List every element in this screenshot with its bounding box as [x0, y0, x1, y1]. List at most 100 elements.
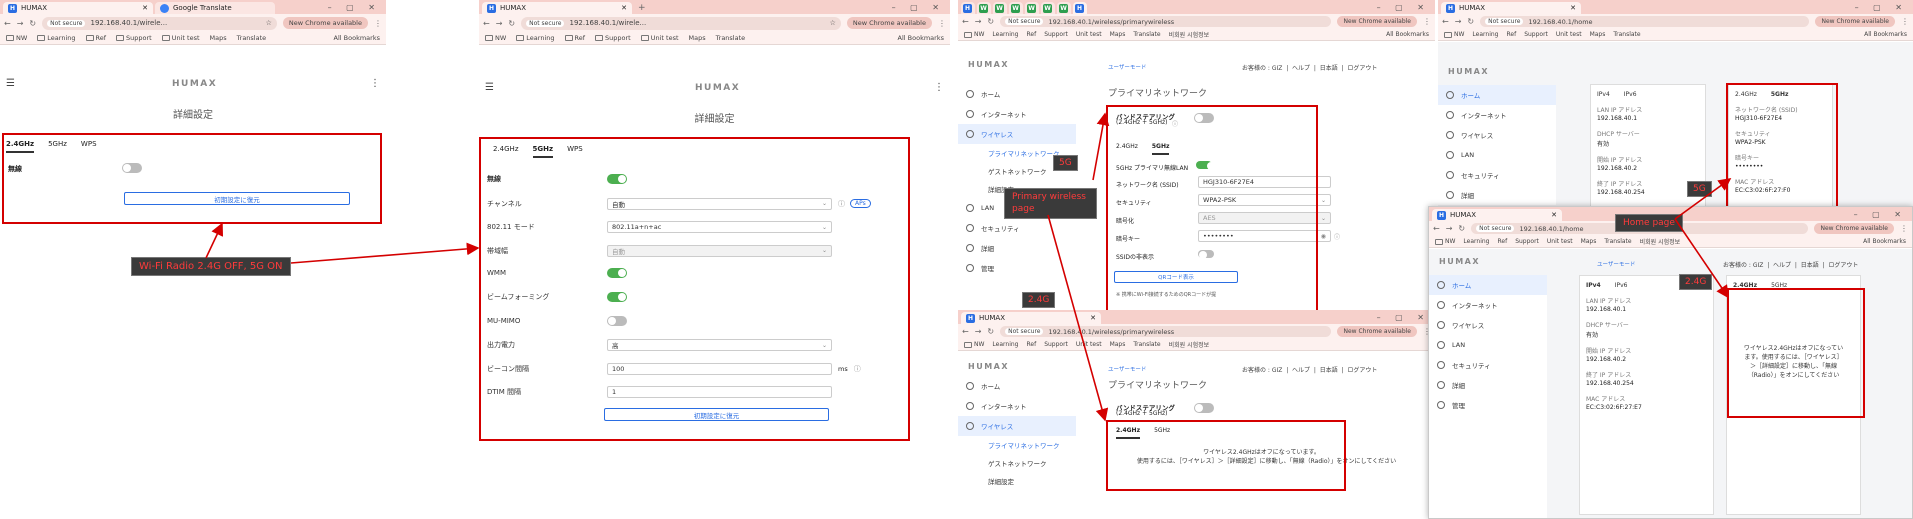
reload-icon[interactable]: ↻	[1458, 224, 1465, 233]
bookmark-all[interactable]: All Bookmarks	[1863, 238, 1906, 245]
tab-other[interactable]: W	[1041, 2, 1055, 14]
bookmark-learning[interactable]: Learning	[37, 34, 76, 42]
bookmark-nw[interactable]: NW	[964, 31, 984, 38]
bookmark-learning[interactable]: Learning	[992, 341, 1018, 348]
sidebar-item-home[interactable]: ホーム	[1429, 275, 1547, 295]
bookmark-ref[interactable]: Ref	[85, 34, 106, 42]
sidebar-item-lan[interactable]: LAN	[1429, 335, 1547, 355]
window-controls[interactable]: – ▢ ✕	[1855, 3, 1913, 12]
sidebar-item-wireless[interactable]: ワイヤレス	[958, 124, 1076, 144]
url-field[interactable]: Not secure 192.168.40.1/wireless/primaryw…	[1000, 16, 1332, 27]
sidebar-item-internet[interactable]: インターネット	[958, 396, 1076, 416]
bookmark-nw[interactable]: NW	[485, 34, 506, 42]
band-steering-toggle[interactable]	[1194, 403, 1214, 413]
bookmark-support[interactable]: Support	[116, 34, 152, 42]
bookmark-translate[interactable]: Translate	[1133, 341, 1160, 348]
tab-other[interactable]: W	[1025, 2, 1039, 14]
bookmark-support[interactable]: Support	[595, 34, 631, 42]
logout-link[interactable]: ログアウト	[1347, 367, 1377, 374]
info-icon[interactable]: ⓘ	[1334, 232, 1340, 241]
bookmark-unit-test[interactable]: Unit test	[640, 34, 679, 42]
language-select[interactable]: 日本語	[1320, 65, 1338, 72]
back-icon[interactable]: ←	[1442, 17, 1449, 26]
reload-icon[interactable]: ↻	[987, 17, 994, 26]
window-controls[interactable]: – ▢ ✕	[892, 3, 950, 12]
sidebar-item-manage[interactable]: 管理	[1429, 395, 1547, 415]
help-link[interactable]: ヘルプ	[1292, 65, 1310, 72]
bookmark-maps[interactable]: Maps	[1581, 238, 1597, 245]
bookmark-learning[interactable]: Learning	[516, 34, 555, 42]
sidebar-item-security[interactable]: セキュリティ	[1438, 165, 1556, 185]
bookmark-unit-test[interactable]: Unit test	[1076, 341, 1102, 348]
hamburger-icon[interactable]: ☰	[485, 82, 494, 93]
url-field[interactable]: Not secure 192.168.40.1/wirele... ☆	[521, 16, 841, 30]
sidebar-item-manage[interactable]: 管理	[958, 258, 1076, 278]
sidebar-item-internet[interactable]: インターネット	[958, 104, 1076, 124]
forward-icon[interactable]: →	[496, 19, 503, 28]
new-chrome-button[interactable]: New Chrome available	[1815, 16, 1895, 27]
bookmark-maps[interactable]: Maps	[1590, 31, 1606, 38]
menu-icon[interactable]: ⋮	[1901, 17, 1909, 26]
sidebar-item-internet[interactable]: インターネット	[1429, 295, 1547, 315]
sidebar-item-lan[interactable]: LAN	[1438, 145, 1556, 165]
tab-humax[interactable]: H HUMAX ✕	[1441, 2, 1581, 14]
bookmark-unit-test[interactable]: Unit test	[1556, 31, 1582, 38]
url-field[interactable]: Not secure 192.168.40.1/wireless/primaryw…	[1000, 326, 1332, 337]
bookmark-translate[interactable]: Translate	[1604, 238, 1631, 245]
back-icon[interactable]: ←	[483, 19, 490, 28]
close-icon[interactable]: ✕	[1570, 4, 1576, 12]
bookmark-unit-test[interactable]: Unit test	[1076, 31, 1102, 38]
url-field[interactable]: Not secure 192.168.40.1/wirele... ☆	[42, 16, 277, 30]
bookmark-unit-test[interactable]: Unit test	[161, 34, 200, 42]
forward-icon[interactable]: →	[975, 327, 982, 336]
new-chrome-button[interactable]: New Chrome available	[1814, 223, 1894, 234]
window-controls[interactable]: – ▢ ✕	[1377, 313, 1435, 322]
sidebar-sub-guest[interactable]: ゲストネットワーク	[958, 454, 1076, 472]
forward-icon[interactable]: →	[1455, 17, 1462, 26]
more-icon[interactable]: ⋮	[934, 82, 944, 93]
back-icon[interactable]: ←	[1433, 224, 1440, 233]
bookmark-maps[interactable]: Maps	[689, 34, 706, 42]
tab-humax[interactable]: H HUMAX ✕	[3, 2, 153, 14]
bookmark-extra[interactable]: 비회원 시험정보	[1169, 30, 1210, 39]
menu-icon[interactable]: ⋮	[1423, 17, 1431, 26]
tab-ipv6[interactable]: IPv6	[1624, 91, 1637, 98]
bookmark-ref[interactable]: Ref	[564, 34, 585, 42]
bookmark-support[interactable]: Support	[1044, 341, 1068, 348]
new-tab-icon[interactable]: +	[634, 3, 650, 14]
tab-ipv4[interactable]: IPv4	[1586, 282, 1601, 289]
bookmark-all[interactable]: All Bookmarks	[898, 34, 944, 42]
sidebar-item-details[interactable]: 詳細	[958, 238, 1076, 258]
window-controls[interactable]: – ▢ ✕	[1854, 210, 1912, 219]
hamburger-icon[interactable]: ☰	[6, 78, 15, 89]
bookmark-translate[interactable]: Translate	[716, 34, 746, 42]
tab-humax[interactable]: H	[961, 2, 975, 14]
menu-icon[interactable]: ⋮	[374, 19, 382, 28]
bookmark-unit-test[interactable]: Unit test	[1547, 238, 1573, 245]
bookmark-support[interactable]: Support	[1515, 238, 1539, 245]
logout-link[interactable]: ログアウト	[1347, 65, 1377, 72]
tab-ipv4[interactable]: IPv4	[1597, 91, 1610, 98]
tab-humax[interactable]: H HUMAX ✕	[482, 2, 632, 14]
back-icon[interactable]: ←	[962, 17, 969, 26]
sidebar-item-security[interactable]: セキュリティ	[958, 218, 1076, 238]
eye-icon[interactable]: ◉	[1321, 233, 1326, 240]
bookmark-all[interactable]: All Bookmarks	[334, 34, 380, 42]
bookmark-extra[interactable]: 비회원 시험정보	[1169, 340, 1210, 349]
bookmark-ref[interactable]: Ref	[1497, 238, 1507, 245]
tab-other[interactable]: W	[993, 2, 1007, 14]
bookmark-all[interactable]: All Bookmarks	[1386, 31, 1429, 38]
bookmark-translate[interactable]: Translate	[1613, 31, 1640, 38]
tab-translate[interactable]: Google Translate	[155, 2, 275, 14]
new-chrome-button[interactable]: New Chrome available	[1337, 326, 1417, 337]
language-select[interactable]: 日本語	[1320, 367, 1338, 374]
menu-icon[interactable]: ⋮	[1900, 224, 1908, 233]
bookmark-nw[interactable]: NW	[6, 34, 27, 42]
reload-icon[interactable]: ↻	[29, 19, 36, 28]
bookmark-maps[interactable]: Maps	[210, 34, 227, 42]
bookmark-nw[interactable]: NW	[1435, 238, 1455, 245]
logout-link[interactable]: ログアウト	[1828, 262, 1858, 269]
new-chrome-button[interactable]: New Chrome available	[846, 17, 932, 29]
bookmark-learning[interactable]: Learning	[1463, 238, 1489, 245]
close-icon[interactable]: ✕	[621, 4, 627, 12]
